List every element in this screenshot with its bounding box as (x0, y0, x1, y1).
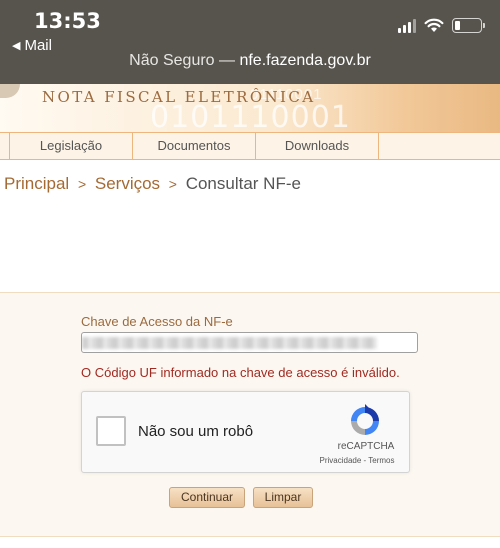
battery-icon (452, 18, 485, 33)
limpar-button[interactable]: Limpar (253, 487, 313, 508)
recaptcha-checkbox[interactable] (96, 416, 126, 446)
clock: 13:53 (34, 9, 101, 33)
recaptcha-widget: Não sou um robô reCAPTCHA Privacidade - … (81, 391, 410, 473)
wifi-icon (424, 18, 444, 32)
breadcrumb-separator: > (77, 176, 87, 192)
breadcrumb-principal[interactable]: Principal (4, 174, 69, 193)
nav-spacer (0, 133, 10, 160)
continuar-button[interactable]: Continuar (169, 487, 245, 508)
back-arrow-icon: ◀ (12, 40, 21, 52)
url-host: nfe.fazenda.gov.br (239, 52, 371, 69)
nav-item-legislacao[interactable]: Legislação (10, 133, 133, 160)
breadcrumb-current: Consultar NF-e (185, 174, 301, 193)
site-banner: 0101110001 01110001 NOTA FISCAL ELETRÔNI… (0, 84, 500, 132)
cellular-signal-icon (398, 18, 416, 33)
redacted-value (82, 337, 377, 349)
url-security-label: Não Seguro — (129, 52, 240, 69)
site-title: NOTA FISCAL ELETRÔNICA (42, 88, 316, 106)
chave-acesso-input[interactable] (81, 332, 418, 353)
recaptcha-brand: reCAPTCHA (337, 441, 395, 452)
error-message: O Código UF informado na chave de acesso… (81, 365, 400, 380)
nav-spacer-right (379, 133, 500, 160)
consulta-form: Chave de Acesso da NF-e O Código UF info… (0, 292, 500, 537)
recaptcha-privacy-terms-links[interactable]: Privacidade - Termos (306, 456, 408, 465)
breadcrumb-servicos[interactable]: Serviços (95, 174, 160, 193)
main-nav: Legislação Documentos Downloads (0, 132, 500, 160)
banner-decoration (0, 84, 20, 98)
recaptcha-label: Não sou um robô (138, 423, 254, 440)
chave-acesso-label: Chave de Acesso da NF-e (81, 314, 233, 329)
address-bar[interactable]: Não Seguro — nfe.fazenda.gov.br (0, 52, 500, 70)
breadcrumb-separator: > (168, 176, 177, 192)
breadcrumb: Principal > Serviços > Consultar NF-e (4, 174, 301, 194)
recaptcha-logo-icon (351, 404, 379, 435)
system-icons (398, 18, 485, 33)
browser-status-bar: 13:53 ◀ Mail Não Seguro — nfe.fazenda.go… (0, 0, 500, 84)
nav-item-downloads[interactable]: Downloads (256, 133, 379, 160)
nav-item-documentos[interactable]: Documentos (133, 133, 256, 160)
